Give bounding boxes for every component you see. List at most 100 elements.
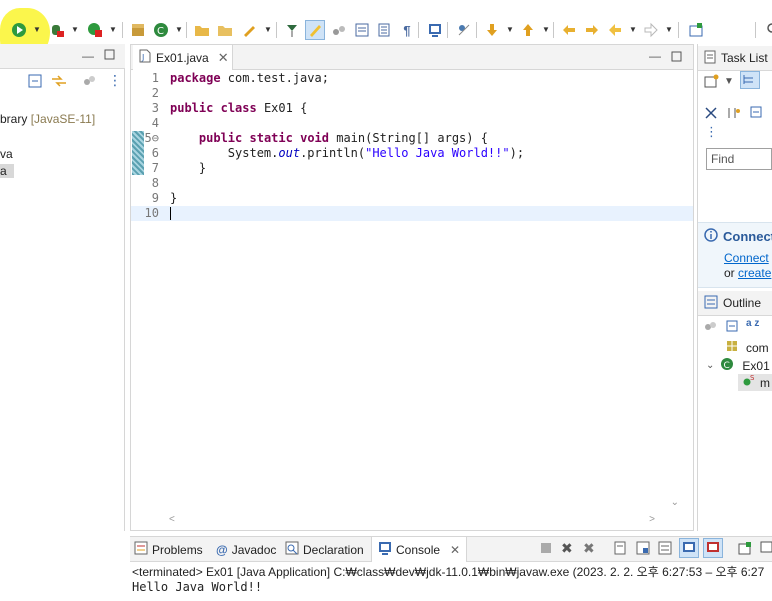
show-on-output-icon[interactable] <box>658 541 672 558</box>
search-brush-icon[interactable] <box>240 21 258 39</box>
close-console-tab-icon[interactable]: ✕ <box>450 543 460 557</box>
filters-icon[interactable] <box>82 74 96 91</box>
task-list-tab[interactable]: Task List <box>698 46 772 71</box>
code-line[interactable]: 4 <box>131 116 693 131</box>
forward-edit-icon[interactable] <box>583 21 601 39</box>
horizontal-scrollbar[interactable]: < > <box>165 513 659 525</box>
open-type-icon[interactable] <box>193 21 211 39</box>
next-annotation-icon[interactable] <box>483 21 501 39</box>
line-number: 3 <box>151 101 159 115</box>
pin-console-icon[interactable] <box>679 538 699 558</box>
open-folder-icon[interactable] <box>216 21 234 39</box>
open-console-icon[interactable] <box>738 541 752 558</box>
code-line[interactable]: 2 <box>131 86 693 101</box>
outline-collapse-icon[interactable] <box>726 320 738 335</box>
tab-javadoc[interactable]: @ Javadoc <box>216 537 276 562</box>
outline-class-item[interactable]: ⌄ C Ex01 <box>706 357 770 374</box>
close-tab-icon[interactable]: ✕ <box>218 50 229 66</box>
scroll-down-icon[interactable]: ⌄ <box>671 497 679 508</box>
editor-maximize-icon[interactable] <box>671 51 682 65</box>
next-annotation-dropdown-icon[interactable]: ▼ <box>506 26 514 34</box>
outline-tab[interactable]: Outline <box>698 291 772 316</box>
code-token: public <box>170 101 214 115</box>
sort-icon[interactable]: a z <box>746 318 759 329</box>
package-item[interactable]: va <box>0 147 13 161</box>
outline-filter-icon[interactable] <box>704 320 718 335</box>
new-task-icon[interactable] <box>704 74 720 91</box>
scroll-left-icon[interactable]: < <box>169 514 175 525</box>
tab-declaration[interactable]: Declaration <box>285 537 364 562</box>
run-icon[interactable] <box>10 21 28 39</box>
selected-file-item[interactable]: a <box>0 164 14 178</box>
collapse-all-icon[interactable] <box>28 74 42 91</box>
remove-all-terminated-icon[interactable]: ✖ <box>583 540 595 557</box>
new-package-icon[interactable] <box>129 21 147 39</box>
code-line[interactable]: 10 <box>131 206 693 221</box>
last-edit-location-icon[interactable] <box>560 21 578 39</box>
new-class-dropdown-icon[interactable]: ▼ <box>175 26 183 34</box>
code-line[interactable]: 7 } <box>131 161 693 176</box>
code-line[interactable]: 8 <box>131 176 693 191</box>
new-task-dropdown-icon[interactable]: ▼ <box>724 76 734 87</box>
find-input[interactable]: Find <box>706 148 772 170</box>
code-line[interactable]: 1 package com.test.java; <box>131 71 693 86</box>
link-with-editor-icon[interactable] <box>51 74 67 91</box>
search-dropdown-icon[interactable]: ▼ <box>264 26 272 34</box>
tab-console[interactable]: Console ✕ <box>371 537 468 562</box>
debug-dropdown-icon[interactable]: ▼ <box>71 26 79 34</box>
scroll-lock-icon[interactable] <box>613 541 627 558</box>
skip-breakpoints-icon[interactable] <box>455 21 473 39</box>
expand-chevron-icon[interactable]: ⌄ <box>706 360 714 371</box>
toggle-comment-icon[interactable] <box>375 21 393 39</box>
outline-method-item[interactable]: S m <box>738 374 772 391</box>
remove-launch-icon[interactable]: ✖ <box>561 540 573 557</box>
run-dropdown-icon[interactable]: ▼ <box>33 26 41 34</box>
previous-annotation-dropdown-icon[interactable]: ▼ <box>542 26 550 34</box>
maximize-icon[interactable] <box>104 49 115 63</box>
minimize-icon[interactable]: — <box>82 49 94 63</box>
create-link[interactable]: create <box>738 266 771 280</box>
jre-library-item[interactable]: brary [JavaSE-11] <box>0 112 95 126</box>
word-wrap-icon[interactable] <box>636 541 650 558</box>
code-line[interactable]: 6 System.out.println("Hello Java World!!… <box>131 146 693 161</box>
editor-tab-ex01[interactable]: J Ex01.java ✕ <box>133 45 233 70</box>
open-perspective-icon[interactable] <box>687 21 705 39</box>
show-console-icon[interactable] <box>426 21 444 39</box>
previous-annotation-icon[interactable] <box>519 21 537 39</box>
code-line[interactable]: 9} <box>131 191 693 206</box>
coverage-dropdown-icon[interactable]: ▼ <box>109 26 117 34</box>
breadcrumb-icon[interactable] <box>330 21 348 39</box>
show-stderr-icon[interactable] <box>703 538 723 558</box>
forward-dropdown-icon[interactable]: ▼ <box>665 26 673 34</box>
debug-icon[interactable] <box>48 21 66 39</box>
outline-package-item[interactable]: com <box>726 340 769 355</box>
back-icon[interactable] <box>606 21 624 39</box>
focus-on-workweek-icon[interactable] <box>726 106 740 123</box>
connect-link[interactable]: Connect <box>724 251 769 265</box>
quick-access-search-icon[interactable] <box>762 21 772 39</box>
display-console-icon[interactable] <box>760 541 772 558</box>
back-dropdown-icon[interactable]: ▼ <box>629 26 637 34</box>
terminate-icon[interactable] <box>540 542 552 557</box>
categorized-view-icon[interactable] <box>740 71 760 89</box>
forward-icon[interactable] <box>642 21 660 39</box>
task-view-menu-icon[interactable]: ⋮ <box>705 124 718 140</box>
coverage-icon[interactable] <box>86 21 104 39</box>
view-menu-icon[interactable]: ⋮ <box>108 72 122 89</box>
line-number: 9 <box>151 191 159 205</box>
hide-completed-icon[interactable] <box>704 106 718 123</box>
code-line[interactable]: 3 public class Ex01 { <box>131 101 693 116</box>
tab-problems[interactable]: Problems <box>134 537 203 562</box>
show-whitespace-icon[interactable]: ¶ <box>398 21 416 39</box>
pin-icon[interactable] <box>283 21 301 39</box>
console-tabbar: Problems @ Javadoc Declaration Console ✕ <box>130 537 772 562</box>
code-line[interactable]: 5⊖ public static void main(String[] args… <box>131 131 693 146</box>
code-area[interactable]: 1 package com.test.java; 2 3 public class Ex… <box>131 71 693 221</box>
mark-occurrences-icon[interactable] <box>305 20 325 40</box>
svg-text:J: J <box>141 53 144 62</box>
new-class-icon[interactable]: C <box>152 21 170 39</box>
scroll-right-icon[interactable]: > <box>649 514 655 525</box>
editor-minimize-icon[interactable]: — <box>649 49 661 63</box>
block-selection-icon[interactable] <box>353 21 371 39</box>
collapse-tasks-icon[interactable] <box>750 106 762 121</box>
